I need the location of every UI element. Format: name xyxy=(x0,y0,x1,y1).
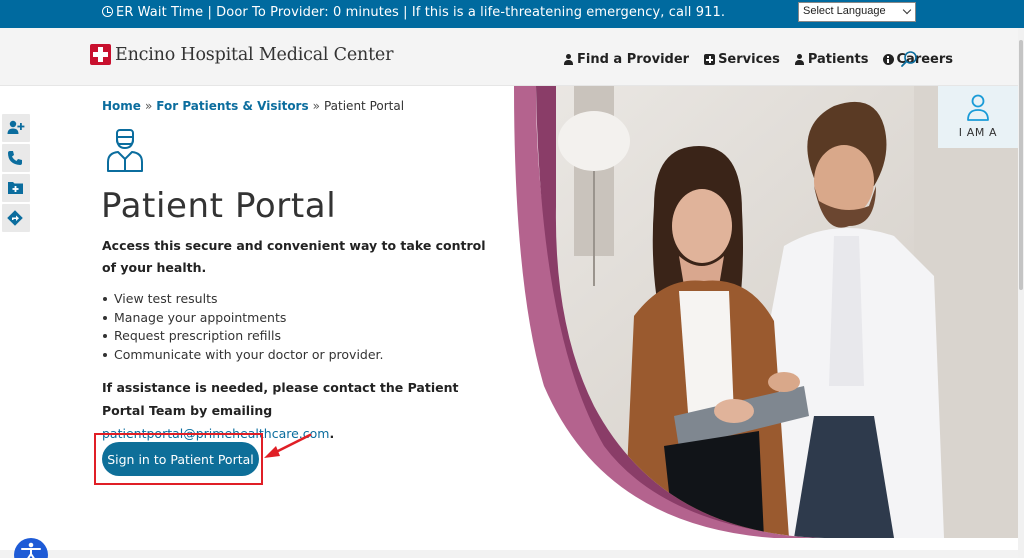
breadcrumb-home[interactable]: Home xyxy=(102,99,141,113)
medical-folder-button[interactable] xyxy=(2,174,30,202)
site-header: Encino Hospital Medical Center Find a Pr… xyxy=(0,28,1024,86)
page-bottom-edge xyxy=(0,550,1018,558)
assistance-end: . xyxy=(329,426,335,441)
phone-icon xyxy=(8,151,22,165)
er-wait-text: ER Wait Time | Door To Provider: 0 minut… xyxy=(116,5,726,20)
list-item: Manage your appointments xyxy=(102,309,384,328)
clock-icon xyxy=(102,6,113,17)
nav-find-a-provider[interactable]: Find a Provider xyxy=(563,52,689,67)
user-icon xyxy=(794,54,805,65)
er-wait-notice: ER Wait Time | Door To Provider: 0 minut… xyxy=(102,5,725,20)
nav-label: Services xyxy=(718,52,780,67)
top-alert-bar: ER Wait Time | Door To Provider: 0 minut… xyxy=(0,0,1024,28)
add-user-icon xyxy=(7,120,25,134)
directions-button[interactable] xyxy=(2,204,30,232)
breadcrumb-current: Patient Portal xyxy=(323,99,405,113)
page-scrollbar[interactable] xyxy=(1018,28,1024,558)
doctor-icon xyxy=(563,54,574,65)
plus-square-icon xyxy=(704,54,716,65)
portal-intro: Access this secure and convenient way to… xyxy=(102,238,486,275)
chevron-down-icon xyxy=(902,5,912,15)
accessibility-icon xyxy=(21,542,41,558)
language-select-value: Select Language xyxy=(803,5,886,17)
medical-folder-icon xyxy=(8,182,23,194)
phone-button[interactable] xyxy=(2,144,30,172)
language-select[interactable]: Select Language xyxy=(798,2,916,22)
accessibility-button[interactable] xyxy=(14,538,48,558)
search-icon[interactable] xyxy=(900,50,918,68)
list-item: Communicate with your doctor or provider… xyxy=(102,346,384,365)
breadcrumb: Home» For Patients & Visitors» Patient Por… xyxy=(102,99,404,113)
add-user-button[interactable] xyxy=(2,114,30,142)
assistance-message: If assistance is needed, please contact … xyxy=(102,380,459,418)
list-item: View test results xyxy=(102,290,384,309)
i-am-a-button[interactable]: I AM A xyxy=(938,86,1018,148)
list-item: Request prescription refills xyxy=(102,327,384,346)
site-logo[interactable]: Encino Hospital Medical Center xyxy=(90,44,393,65)
scrollbar-thumb[interactable] xyxy=(1019,40,1023,290)
nav-patients[interactable]: Patients xyxy=(794,52,869,67)
breadcrumb-separator: » xyxy=(144,99,153,113)
hero-image xyxy=(514,86,1018,538)
nav-services[interactable]: Services xyxy=(704,52,780,67)
info-circle-icon xyxy=(882,54,894,65)
portal-features-list: View test results Manage your appointmen… xyxy=(102,290,384,364)
doctor-outline-icon xyxy=(107,129,143,172)
logo-text: Encino Hospital Medical Center xyxy=(115,44,394,65)
page-title: Patient Portal xyxy=(101,186,337,226)
breadcrumb-separator: » xyxy=(312,99,320,113)
nav-label: Find a Provider xyxy=(577,52,690,67)
hospital-cross-icon xyxy=(90,44,111,65)
breadcrumb-patients-visitors[interactable]: For Patients & Visitors xyxy=(156,99,308,113)
i-am-a-label: I AM A xyxy=(958,126,998,139)
nav-label: Patients xyxy=(807,52,869,67)
red-arrow-annotation-icon xyxy=(264,433,312,458)
side-quick-tools xyxy=(2,114,30,234)
directions-icon xyxy=(7,210,23,226)
person-outline-icon xyxy=(967,94,989,121)
sign-in-patient-portal-button[interactable]: Sign in to Patient Portal xyxy=(102,442,259,476)
